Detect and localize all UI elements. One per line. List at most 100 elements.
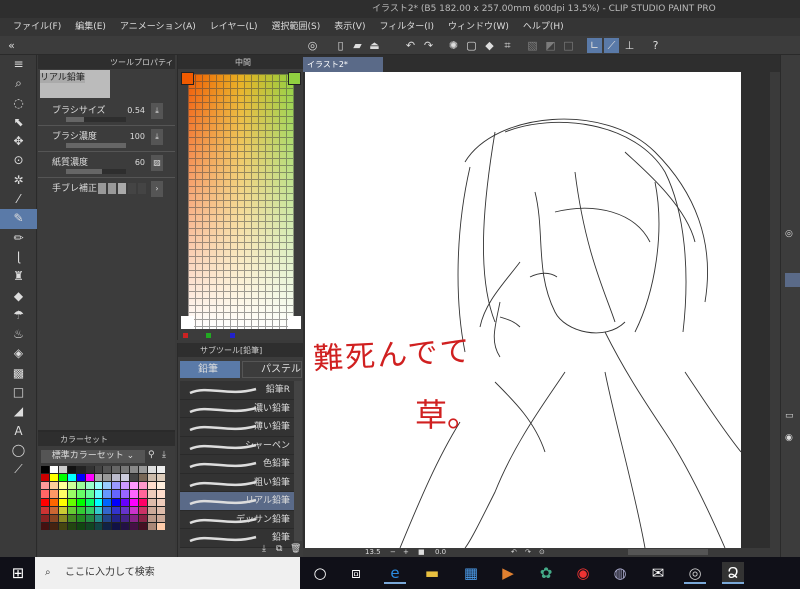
new-file-icon[interactable]: ▯ <box>333 38 348 53</box>
color-grid[interactable] <box>188 74 294 329</box>
stabilization-slider[interactable] <box>98 183 146 194</box>
save-icon[interactable]: ⏏ <box>367 38 382 53</box>
color-swatch[interactable] <box>67 514 76 522</box>
color-swatch[interactable] <box>139 498 148 506</box>
fill-icon[interactable]: ◆ <box>482 38 497 53</box>
color-swatch[interactable] <box>58 482 67 490</box>
wrench-icon[interactable]: ⚲ <box>148 450 155 460</box>
color-swatch[interactable] <box>130 498 139 506</box>
color-swatch[interactable] <box>130 466 139 474</box>
color-swatch[interactable] <box>121 514 130 522</box>
balloon-icon[interactable]: ◯ <box>0 441 37 460</box>
color-set-select[interactable]: 標準カラーセット ⌄ <box>41 450 145 463</box>
menu-animation[interactable]: アニメーション(A) <box>113 18 203 36</box>
windows-start-icon[interactable]: ⊞ <box>7 562 29 584</box>
color-set-tab[interactable]: カラーセット <box>60 434 108 445</box>
color-swatch[interactable] <box>139 466 148 474</box>
color-swatch[interactable] <box>103 506 112 514</box>
crop-icon[interactable]: ⌗ <box>500 38 515 53</box>
bucket-icon[interactable]: ◈ <box>0 344 37 363</box>
color-swatch[interactable] <box>157 498 165 506</box>
file-explorer-icon[interactable]: ▬ <box>421 562 443 584</box>
taskbar-search[interactable]: ⌕ ここに入力して検索 <box>35 557 300 589</box>
brush-density-value[interactable]: 100 <box>130 132 145 141</box>
menu-help[interactable]: ヘルプ(H) <box>516 18 571 36</box>
corner-white[interactable] <box>181 316 194 329</box>
corner-white-right[interactable] <box>288 316 301 329</box>
color-swatch[interactable] <box>103 498 112 506</box>
color-swatch[interactable] <box>49 474 58 482</box>
color-swatch[interactable] <box>76 474 85 482</box>
rotation-value[interactable]: 0.0 <box>435 548 446 556</box>
color-swatch[interactable] <box>85 474 94 482</box>
group-pencil[interactable]: 鉛筆 <box>180 361 240 378</box>
color-swatch[interactable] <box>85 466 94 474</box>
color-swatch[interactable] <box>112 506 121 514</box>
rotate-right-icon[interactable]: ↷ <box>525 548 531 556</box>
subtool-item[interactable]: 濃い鉛筆 <box>180 399 294 418</box>
rotate-left-icon[interactable]: ↶ <box>511 548 517 556</box>
color-swatch[interactable] <box>76 466 85 474</box>
move-icon[interactable]: ✥ <box>0 132 37 151</box>
subtool-tab[interactable]: サブツール[鉛筆] <box>200 345 262 356</box>
new-folder-icon[interactable]: ▭ <box>785 411 794 421</box>
frame-icon[interactable]: ◢ <box>0 402 37 421</box>
color-swatch[interactable] <box>112 514 121 522</box>
eraser-icon[interactable]: ◆ <box>0 287 37 306</box>
color-swatch[interactable] <box>76 522 85 530</box>
transform-icon[interactable]: ▢ <box>464 38 479 53</box>
color-swatch[interactable] <box>49 498 58 506</box>
color-swatch[interactable] <box>76 506 85 514</box>
paper-density-value[interactable]: 60 <box>135 158 145 167</box>
color-swatch[interactable] <box>121 506 130 514</box>
lasso-select-icon[interactable]: ◌ <box>0 94 37 113</box>
color-swatch[interactable] <box>76 514 85 522</box>
color-swatch[interactable] <box>94 474 103 482</box>
text-tool-icon[interactable]: A <box>0 422 37 441</box>
menu-layer[interactable]: レイヤー(L) <box>203 18 265 36</box>
eyedropper-icon[interactable]: ⁄ <box>0 190 37 209</box>
color-swatch[interactable] <box>67 482 76 490</box>
color-swatch[interactable] <box>41 506 49 514</box>
color-swatch[interactable] <box>148 490 157 498</box>
color-swatch[interactable] <box>121 490 130 498</box>
color-swatch[interactable] <box>76 482 85 490</box>
special-ruler-icon[interactable]: ⟋ <box>604 38 619 53</box>
tool-property-tab[interactable]: ツールプロパティ <box>110 57 174 68</box>
zoom-in-icon[interactable]: + <box>403 548 409 556</box>
horizontal-scrollbar[interactable] <box>628 549 708 555</box>
color-swatch[interactable] <box>148 474 157 482</box>
color-swatch[interactable] <box>41 522 49 530</box>
color-swatch[interactable] <box>58 474 67 482</box>
color-swatch[interactable] <box>130 522 139 530</box>
color-swatch[interactable] <box>94 482 103 490</box>
color-swatch[interactable] <box>94 490 103 498</box>
color-swatch[interactable] <box>58 514 67 522</box>
chrome-icon[interactable]: ◉ <box>572 562 594 584</box>
group-pastel[interactable]: パステル <box>242 361 302 378</box>
layer-property-icon[interactable]: ◉ <box>785 433 793 443</box>
disc-app-icon[interactable]: ◍ <box>609 562 631 584</box>
color-swatch[interactable] <box>49 482 58 490</box>
figure-icon[interactable]: □ <box>0 383 37 402</box>
color-swatch[interactable] <box>112 490 121 498</box>
color-swatch[interactable] <box>139 506 148 514</box>
canvas-vertical-scrollbar[interactable] <box>770 72 780 548</box>
corner-orange[interactable] <box>181 72 194 85</box>
subtool-item[interactable]: 色鉛筆 <box>180 455 294 474</box>
store-icon[interactable]: ▦ <box>460 562 482 584</box>
clip-studio-icon[interactable]: ◎ <box>305 38 320 53</box>
color-swatch[interactable] <box>157 474 165 482</box>
blend-icon[interactable]: ☂ <box>0 306 37 325</box>
color-swatch[interactable] <box>121 522 130 530</box>
color-swatch[interactable] <box>139 490 148 498</box>
redo-icon[interactable]: ↷ <box>421 38 436 53</box>
color-swatch[interactable] <box>157 490 165 498</box>
color-swatch[interactable] <box>103 490 112 498</box>
color-swatch[interactable] <box>130 474 139 482</box>
color-swatch[interactable] <box>58 466 67 474</box>
menu-window[interactable]: ウィンドウ(W) <box>441 18 516 36</box>
subtool-item[interactable]: 鉛筆R <box>180 381 294 400</box>
color-swatch[interactable] <box>139 474 148 482</box>
menu-view[interactable]: 表示(V) <box>327 18 372 36</box>
